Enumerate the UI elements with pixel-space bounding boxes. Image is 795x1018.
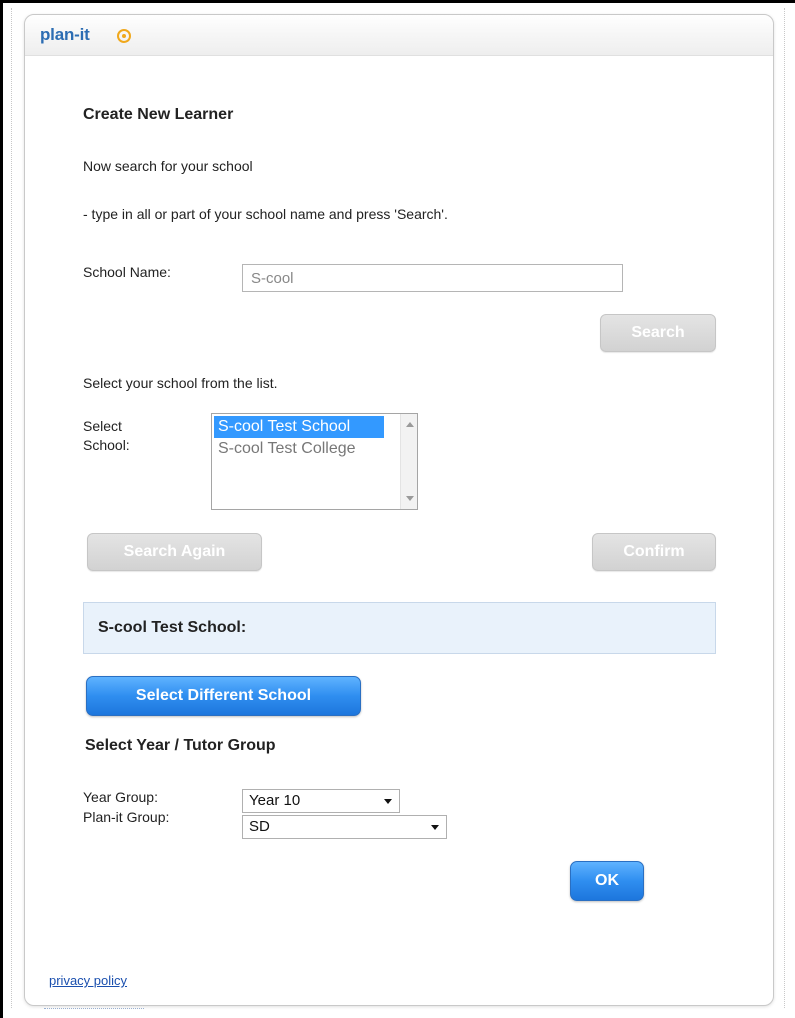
page-title: Create New Learner: [83, 106, 234, 123]
select-instruction: Select your school from the list.: [83, 375, 278, 391]
year-group-select[interactable]: Year 10: [242, 789, 400, 813]
dotted-guide-left: [11, 8, 12, 1008]
planit-group-select[interactable]: SD: [242, 815, 447, 839]
target-logo-icon: [117, 29, 131, 43]
select-different-school-button[interactable]: Select Different School: [86, 676, 361, 716]
scroll-down-arrow-icon[interactable]: [406, 496, 414, 501]
privacy-policy-link[interactable]: privacy policy: [49, 973, 127, 988]
chevron-down-icon: [431, 825, 439, 830]
selected-school-panel: S-cool Test School:: [83, 602, 716, 654]
title-bar: plan-it: [25, 15, 773, 56]
confirm-button[interactable]: Confirm: [592, 533, 716, 571]
dotted-guide-right: [784, 8, 785, 1008]
bottom-link-fragment: [44, 1008, 144, 1013]
ok-button[interactable]: OK: [570, 861, 644, 901]
year-group-value: Year 10: [249, 792, 301, 809]
school-name-input[interactable]: [242, 264, 623, 292]
instruction-search: Now search for your school: [83, 158, 253, 174]
search-again-button[interactable]: Search Again: [87, 533, 262, 571]
selected-school-heading: S-cool Test School:: [98, 619, 247, 636]
dialog-window: plan-it Create New Learner Now search fo…: [24, 14, 774, 1006]
year-group-label: Year Group:: [83, 789, 158, 805]
select-school-label: Select School:: [83, 418, 130, 453]
school-name-label: School Name:: [83, 264, 171, 280]
planit-group-value: SD: [249, 818, 270, 835]
group-section-title: Select Year / Tutor Group: [85, 737, 276, 754]
school-listbox[interactable]: S-cool Test School S-cool Test College: [211, 413, 418, 510]
instruction-type: - type in all or part of your school nam…: [83, 206, 448, 222]
listbox-scrollbar[interactable]: [400, 414, 417, 509]
window-frame-left: [0, 0, 3, 1018]
school-option[interactable]: S-cool Test School: [214, 416, 384, 438]
planit-logo: plan-it: [40, 25, 90, 44]
planit-group-label: Plan-it Group:: [83, 809, 170, 825]
school-option[interactable]: S-cool Test College: [214, 438, 360, 460]
window-frame-top: [0, 0, 795, 3]
chevron-down-icon: [384, 799, 392, 804]
search-button[interactable]: Search: [600, 314, 716, 352]
scroll-up-arrow-icon[interactable]: [406, 422, 414, 427]
